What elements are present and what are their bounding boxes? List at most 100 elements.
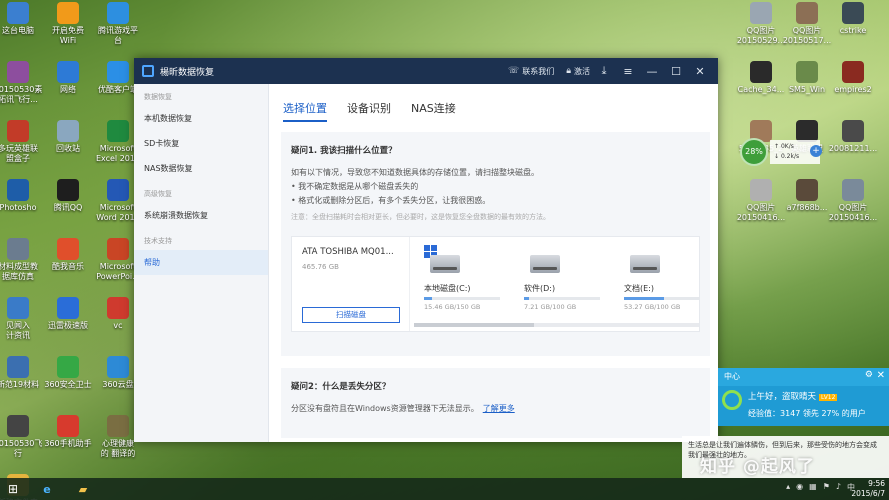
desktop-icon[interactable]: 材料成型教 据库仿真 [0, 238, 44, 282]
tab-device-recognition[interactable]: 设备识别 [347, 100, 391, 122]
desktop-icon-label: empires2 [834, 85, 872, 94]
partition-item[interactable]: 软件(D:) 7.21 GB/100 GB [524, 255, 600, 311]
contact-label: 联系我们 [522, 66, 555, 76]
clock[interactable]: 9:56 2015/6/7 [851, 479, 885, 499]
upload-speed: 0K/s [780, 143, 794, 150]
app-icon [796, 61, 818, 83]
desktop-icon-label: 见闻入 计资讯 [6, 321, 30, 340]
settings-icon[interactable]: ⚙ [865, 370, 873, 380]
physical-disk[interactable]: ATA TOSHIBA MQ01... 465.76 GB 扫描磁盘 [292, 237, 410, 331]
volume-icon[interactable]: ♪ [836, 482, 841, 493]
desktop-icon[interactable]: QQ图片 20150517... [781, 2, 833, 46]
tray-arrow-icon[interactable]: ▴ [786, 482, 790, 493]
desktop-icon[interactable]: Cache_34... [735, 61, 787, 95]
system-tray: ▴ ◉ ▦ ⚑ ♪ 中 [786, 482, 855, 493]
minimize-button[interactable]: — [642, 65, 662, 78]
question1-title: 疑问1. 我该扫描什么位置？ [291, 146, 397, 156]
disk-size: 465.76 GB [302, 263, 339, 271]
desktop-icon-label: 多玩英雄联 盟盒子 [0, 144, 38, 163]
desktop-icon-label: Cache_34... [737, 85, 785, 94]
weather-body: 上午好，盗取晴天 LV12 经验值：3147 领先 27% 的用户 [718, 386, 889, 426]
desktop-icon[interactable]: SM5_Win [781, 61, 833, 95]
plus-icon[interactable]: + [810, 145, 822, 157]
file-explorer-icon[interactable]: ▰ [68, 479, 98, 499]
partition-size: 7.21 GB/100 GB [524, 303, 577, 311]
download-icon[interactable]: ⤓ [594, 64, 614, 78]
desktop-icon[interactable]: 网络 [42, 61, 94, 95]
tray-app-icon[interactable]: ◉ [796, 482, 803, 493]
tab-nas-connection[interactable]: NAS连接 [411, 100, 456, 122]
desktop-icon[interactable]: a7f868b... [781, 179, 833, 213]
desktop-icon[interactable]: 酷我音乐 [42, 238, 94, 272]
desktop-icon[interactable]: QQ图片 20150416... [827, 179, 879, 223]
app-icon [57, 356, 79, 378]
close-icon[interactable]: ✕ [877, 370, 885, 381]
sidebar-item-nas[interactable]: NAS数据恢复 [134, 156, 268, 181]
greeting-text: 上午好，盗取晴天 [748, 392, 817, 402]
desktop-icon[interactable]: 360手机助手 [42, 415, 94, 449]
question1-intro: 如有以下情况，导致您不知道数据具体的存储位置，请扫描整块磁盘。 [291, 168, 539, 177]
app-icon [57, 179, 79, 201]
sidebar-item-local[interactable]: 本机数据恢复 [134, 106, 268, 131]
desktop-icon[interactable]: 开启免费 WiFi [42, 2, 94, 46]
desktop-icon[interactable]: cstrike [827, 2, 879, 36]
desktop-icon[interactable]: 回收站 [42, 120, 94, 154]
bullet1-text: 我不确定数据是从哪个磁盘丢失的 [298, 182, 419, 191]
desktop-icon[interactable]: 腾讯游戏平台 [92, 2, 144, 46]
flag-icon[interactable]: ⚑ [823, 482, 830, 493]
desktop-icon-label: 20081211... [828, 144, 878, 153]
menu-icon[interactable]: ≡ [618, 65, 638, 78]
scan-disk-button[interactable]: 扫描磁盘 [302, 307, 400, 323]
horizontal-scrollbar[interactable] [414, 323, 699, 327]
start-button[interactable]: ⊞ [0, 482, 26, 496]
desktop-icon[interactable]: 迅雷极速版 [42, 297, 94, 331]
partition-name: 文档(E:) [624, 284, 654, 293]
learn-more-link[interactable]: 了解更多 [483, 404, 515, 413]
desktop-icon[interactable]: 360安全卫士 [42, 356, 94, 390]
desktop-icon[interactable]: QQ图片 20150529... [735, 2, 787, 46]
partition-usage-bar [424, 297, 500, 300]
disk-name: ATA TOSHIBA MQ01... [302, 247, 394, 257]
weather-widget: 中心 ⚙ ✕ 上午好，盗取晴天 LV12 经验值：3147 领先 27% 的用户 [718, 368, 889, 426]
activate-button[interactable]: 🔒︎ 激活 [566, 66, 590, 77]
desktop-icon[interactable]: 20081211... [827, 120, 879, 154]
desktop-icon[interactable]: Photosho [0, 179, 44, 213]
network-speed-widget[interactable]: 28% ↑ 0K/s ↓ 0.2k/s + [740, 138, 824, 166]
desktop-icon[interactable]: 这台电脑 [0, 2, 44, 36]
weather-header: 中心 [724, 372, 740, 381]
close-button[interactable]: ✕ [690, 65, 710, 78]
network-icon[interactable]: ▦ [809, 482, 817, 493]
sidebar-item-sd[interactable]: SD卡恢复 [134, 131, 268, 156]
app-icon [107, 297, 129, 319]
desktop-icon-label: 360手机助手 [44, 439, 92, 448]
app-icon [107, 61, 129, 83]
question2-text: 分区没有盘符且在Windows资源管理器下无法显示。 了解更多 [291, 402, 700, 416]
headset-icon: ☏ [507, 66, 520, 76]
app-icon [7, 61, 29, 83]
sidebar-item-system-crash[interactable]: 系统崩溃数据恢复 [134, 203, 268, 228]
partition-item[interactable]: 本地磁盘(C:) 15.46 GB/150 GB [424, 255, 500, 311]
desktop-icon-label: 新范19材料 [0, 380, 40, 389]
desktop-icon[interactable]: 新范19材料 [0, 356, 44, 390]
app-icon [107, 415, 129, 437]
partition-item[interactable]: 文档(E:) 53.27 GB/100 GB [624, 255, 700, 311]
tab-select-location[interactable]: 选择位置 [283, 100, 327, 122]
desktop-icon[interactable]: QQ图片 20150416... [735, 179, 787, 223]
desktop-icon-label: 材料成型教 据库仿真 [0, 262, 38, 281]
desktop-icon-label: QQ图片 20150416... [736, 203, 786, 222]
question2-title: 疑问2：什么是丢失分区？ [291, 382, 391, 392]
desktop-icon-label: 心理健康的 翻译的 [100, 439, 136, 458]
desktop-icon[interactable]: 20150530素拓讯飞行... [0, 61, 44, 105]
contact-us-button[interactable]: ☏ 联系我们 [508, 66, 554, 77]
desktop-icon[interactable]: 20150530飞行 [0, 415, 44, 459]
partition-usage-bar [524, 297, 600, 300]
sidebar-item-help[interactable]: 帮助 [134, 250, 268, 275]
scrollbar-thumb[interactable] [414, 323, 534, 327]
desktop-icon-label: QQ图片 20150517... [782, 26, 832, 45]
desktop-icon[interactable]: 见闻入 计资讯 [0, 297, 44, 341]
desktop-icon[interactable]: 多玩英雄联 盟盒子 [0, 120, 44, 164]
internet-explorer-icon[interactable]: e [32, 479, 62, 499]
desktop-icon[interactable]: empires2 [827, 61, 879, 95]
maximize-button[interactable]: ☐ [666, 65, 686, 78]
desktop-icon[interactable]: 腾讯QQ [42, 179, 94, 213]
